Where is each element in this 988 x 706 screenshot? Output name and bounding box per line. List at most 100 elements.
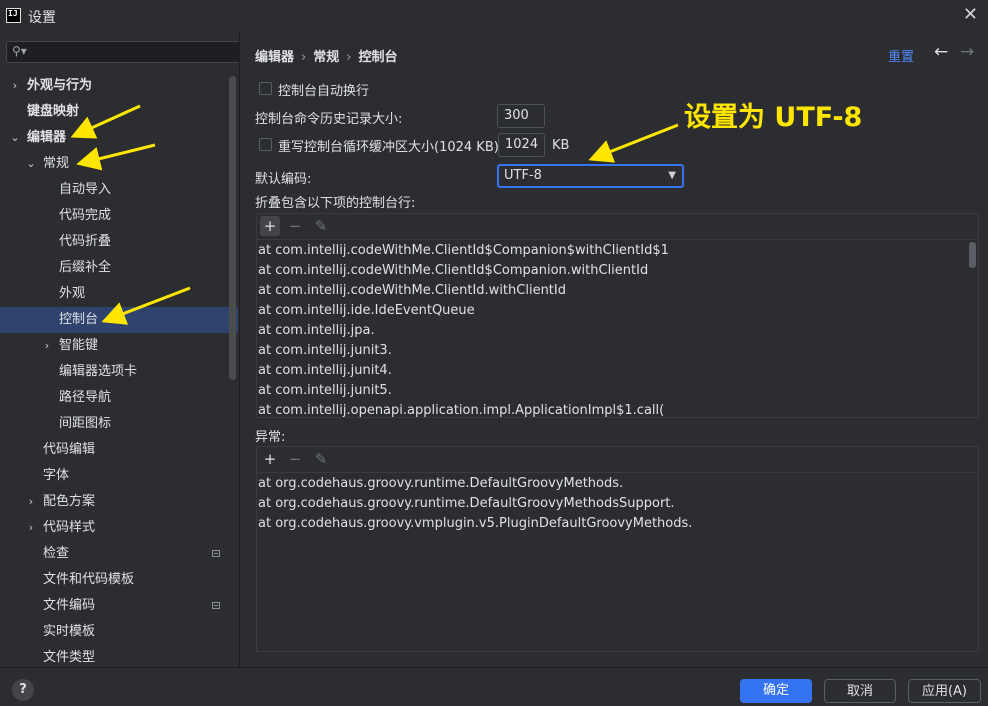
project-scope-icon xyxy=(212,602,220,609)
sidebar-item[interactable]: ⌄ 常规 xyxy=(0,151,238,177)
apply-button[interactable]: 应用(A) xyxy=(908,679,981,703)
sidebar-item-label: 代码编辑 xyxy=(43,442,96,457)
ok-button[interactable]: 确定 xyxy=(740,679,812,703)
fold-patterns-panel: + − ✎ at com.intellij.codeWithMe.ClientI… xyxy=(256,213,979,418)
sidebar-item-label: 外观 xyxy=(59,286,86,301)
buffer-unit-label: KB xyxy=(552,138,570,153)
intellij-logo-icon: IJ xyxy=(6,8,21,23)
sidebar-item[interactable]: 代码编辑 xyxy=(0,437,238,463)
list-item[interactable]: at org.codehaus.groovy.runtime.DefaultGr… xyxy=(258,474,623,494)
remove-icon[interactable]: − xyxy=(285,216,305,236)
sidebar-item[interactable]: › 外观与行为 xyxy=(0,73,238,99)
search-icon: ⚲▾ xyxy=(12,44,27,58)
breadcrumb-separator: › xyxy=(346,50,352,65)
sidebar-item-label: 配色方案 xyxy=(43,494,96,509)
sidebar-item[interactable]: 编辑器选项卡 xyxy=(0,359,238,385)
list-item[interactable]: at org.codehaus.groovy.vmplugin.v5.Plugi… xyxy=(258,514,692,534)
sidebar-item[interactable]: › 代码样式 xyxy=(0,515,238,541)
sidebar-item[interactable]: 间距图标 xyxy=(0,411,238,437)
history-size-field[interactable]: 300 xyxy=(497,104,545,128)
sidebar-item[interactable]: 文件编码 xyxy=(0,593,238,619)
dialog-footer: ? 确定 取消 应用(A) xyxy=(0,667,988,706)
sidebar-item-label: 文件类型 xyxy=(43,650,96,665)
list-item[interactable]: at com.intellij.openapi.application.impl… xyxy=(258,401,664,421)
list-item[interactable]: at com.intellij.ide.IdeEventQueue xyxy=(258,301,475,321)
sidebar-item[interactable]: 字体 xyxy=(0,463,238,489)
list-item[interactable]: at com.intellij.codeWithMe.ClientId.with… xyxy=(258,281,566,301)
sidebar-item[interactable]: 外观 xyxy=(0,281,238,307)
sidebar-item[interactable]: 文件类型 xyxy=(0,645,238,667)
sidebar-item-label: 外观与行为 xyxy=(27,78,93,93)
fold-toolbar: + − ✎ xyxy=(257,214,978,240)
exceptions-panel: + − ✎ at org.codehaus.groovy.runtime.Def… xyxy=(256,446,979,652)
sidebar-item[interactable]: 控制台 xyxy=(0,307,238,333)
cancel-button[interactable]: 取消 xyxy=(824,679,896,703)
chevron-right-icon[interactable]: › xyxy=(41,333,53,359)
chevron-right-icon[interactable]: › xyxy=(25,515,37,541)
project-scope-icon xyxy=(212,550,220,557)
sidebar-item[interactable]: ⌄ 编辑器 xyxy=(0,125,238,151)
breadcrumb-general[interactable]: 常规 xyxy=(313,50,339,65)
sidebar-item-label: 实时模板 xyxy=(43,624,96,639)
breadcrumb-console: 控制台 xyxy=(358,50,398,65)
edit-icon[interactable]: ✎ xyxy=(311,216,331,236)
breadcrumb-separator: › xyxy=(301,50,307,65)
sidebar-item-label: 编辑器选项卡 xyxy=(59,364,138,379)
sidebar-item[interactable]: 后缀补全 xyxy=(0,255,238,281)
sidebar-item[interactable]: 代码折叠 xyxy=(0,229,238,255)
chevron-down-icon[interactable]: ⌄ xyxy=(9,125,21,151)
back-arrow-icon[interactable]: ← xyxy=(934,42,948,62)
sidebar-item[interactable]: › 配色方案 xyxy=(0,489,238,515)
sidebar-item[interactable]: 自动导入 xyxy=(0,177,238,203)
default-encoding-label: 默认编码: xyxy=(255,172,312,187)
help-button[interactable]: ? xyxy=(12,679,34,701)
sidebar-item-label: 键盘映射 xyxy=(27,104,80,119)
sidebar-item[interactable]: 实时模板 xyxy=(0,619,238,645)
list-item[interactable]: at com.intellij.junit3. xyxy=(258,341,392,361)
sidebar-item-label: 代码完成 xyxy=(59,208,112,223)
settings-content: 编辑器 › 常规 › 控制台 重置 ← → 控制台自动换行 控制台命令历史记录大小: 3… xyxy=(240,32,988,667)
soft-wrap-label: 控制台自动换行 xyxy=(278,84,370,99)
buffer-size-field[interactable]: 1024 xyxy=(498,133,545,157)
sidebar-item-label: 控制台 xyxy=(59,312,99,327)
list-item[interactable]: at com.intellij.junit4. xyxy=(258,361,392,381)
chevron-right-icon[interactable]: › xyxy=(25,489,37,515)
sidebar-item-label: 字体 xyxy=(43,468,70,483)
sidebar-item[interactable]: 检查 xyxy=(0,541,238,567)
chevron-down-icon: ▼ xyxy=(668,170,676,181)
add-icon[interactable]: + xyxy=(260,449,280,469)
forward-arrow-icon[interactable]: → xyxy=(960,42,974,62)
sidebar-item[interactable]: 文件和代码模板 xyxy=(0,567,238,593)
sidebar-item[interactable]: 路径导航 xyxy=(0,385,238,411)
title-bar: IJ 设置 ✕ xyxy=(0,0,988,32)
sidebar-scrollbar[interactable] xyxy=(229,76,236,380)
close-icon[interactable]: ✕ xyxy=(963,4,978,25)
list-item[interactable]: at com.intellij.jpa. xyxy=(258,321,375,341)
list-item[interactable]: at com.intellij.codeWithMe.ClientId$Comp… xyxy=(258,261,648,281)
soft-wrap-checkbox[interactable] xyxy=(259,82,272,95)
sidebar-item-label: 检查 xyxy=(43,546,70,561)
remove-icon[interactable]: − xyxy=(285,449,305,469)
list-item[interactable]: at com.intellij.codeWithMe.ClientId$Comp… xyxy=(258,241,669,261)
list-item[interactable]: at org.codehaus.groovy.runtime.DefaultGr… xyxy=(258,494,675,514)
sidebar-item[interactable]: 代码完成 xyxy=(0,203,238,229)
sidebar-item-label: 自动导入 xyxy=(59,182,112,197)
add-icon[interactable]: + xyxy=(260,216,280,236)
override-buffer-checkbox[interactable] xyxy=(259,138,272,151)
default-encoding-select[interactable]: UTF-8 ▼ xyxy=(497,164,684,188)
list-item[interactable]: at com.intellij.junit5. xyxy=(258,381,392,401)
edit-icon[interactable]: ✎ xyxy=(311,449,331,469)
sidebar-item-label: 路径导航 xyxy=(59,390,112,405)
history-size-label: 控制台命令历史记录大小: xyxy=(255,112,403,127)
reset-link[interactable]: 重置 xyxy=(888,46,914,65)
sidebar-item-label: 代码折叠 xyxy=(59,234,112,249)
annotation-text: 设置为 UTF-8 xyxy=(684,102,863,133)
chevron-down-icon[interactable]: ⌄ xyxy=(25,151,37,177)
chevron-right-icon[interactable]: › xyxy=(9,73,21,99)
breadcrumb-editor[interactable]: 编辑器 xyxy=(255,50,294,65)
search-input[interactable]: ⚲▾ xyxy=(6,41,239,63)
sidebar-item[interactable]: › 智能键 xyxy=(0,333,238,359)
sidebar-item[interactable]: 键盘映射 xyxy=(0,99,238,125)
sidebar-item-label: 代码样式 xyxy=(43,520,96,535)
fold-list-scrollbar[interactable] xyxy=(969,242,976,268)
